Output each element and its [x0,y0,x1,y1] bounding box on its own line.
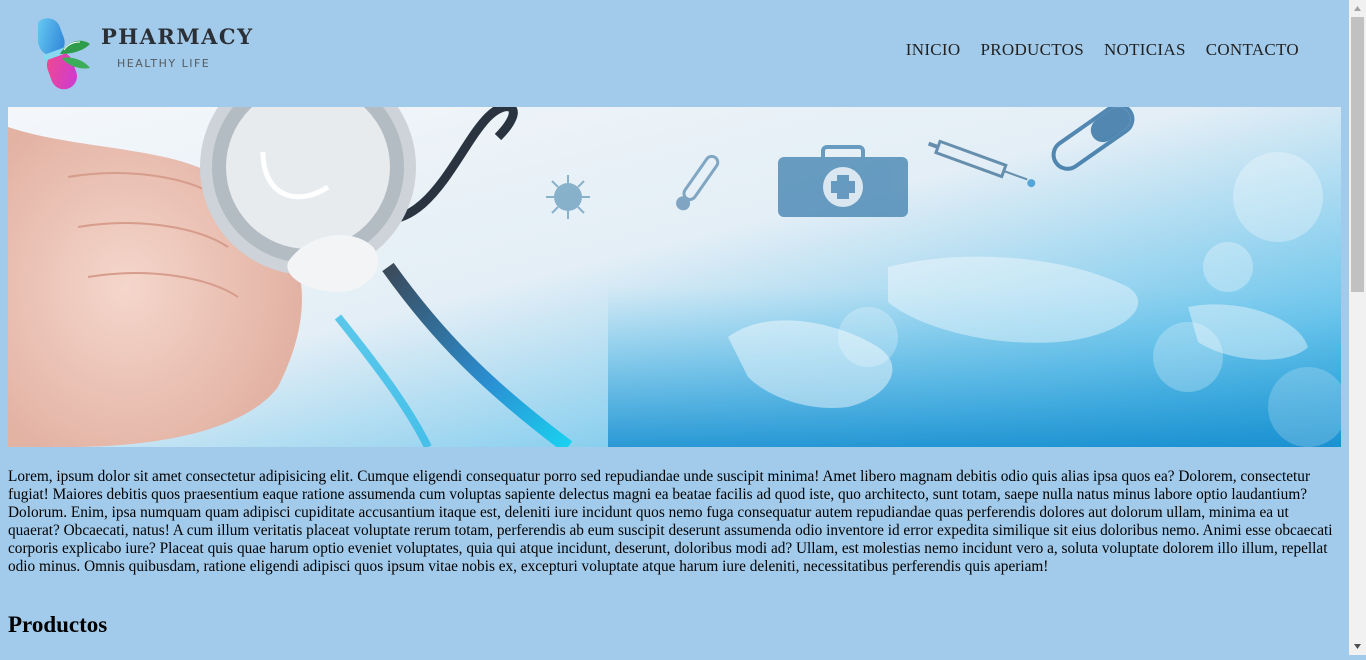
site-header: PHARMACY HEALTHY LIFE INICIO PRODUCTOS N… [0,0,1349,107]
scroll-up-arrow-icon[interactable] [1349,0,1366,17]
virus-icon [546,175,590,219]
main-nav: INICIO PRODUCTOS NOTICIAS CONTACTO [906,40,1299,60]
logo-title: PHARMACY [101,24,254,49]
vertical-scrollbar[interactable] [1349,0,1366,655]
scrollbar-thumb[interactable] [1351,17,1364,292]
scroll-down-arrow-icon[interactable] [1349,638,1366,655]
intro-paragraph: Lorem, ipsum dolor sit amet consectetur … [8,468,1333,575]
logo-subtitle: HEALTHY LIFE [117,57,211,70]
nav-link-inicio[interactable]: INICIO [906,40,961,60]
nav-link-productos[interactable]: PRODUCTOS [980,40,1083,60]
section-heading-productos: Productos [8,612,108,637]
nav-link-noticias[interactable]: NOTICIAS [1104,40,1186,60]
medical-kit-icon [778,145,908,217]
pill-leaf-logo-icon [34,18,90,90]
page: PHARMACY HEALTHY LIFE INICIO PRODUCTOS N… [0,0,1349,655]
nav-link-contacto[interactable]: CONTACTO [1206,40,1299,60]
hero-banner-image [8,107,1341,447]
pharmacy-logo[interactable]: PHARMACY HEALTHY LIFE [34,14,252,94]
